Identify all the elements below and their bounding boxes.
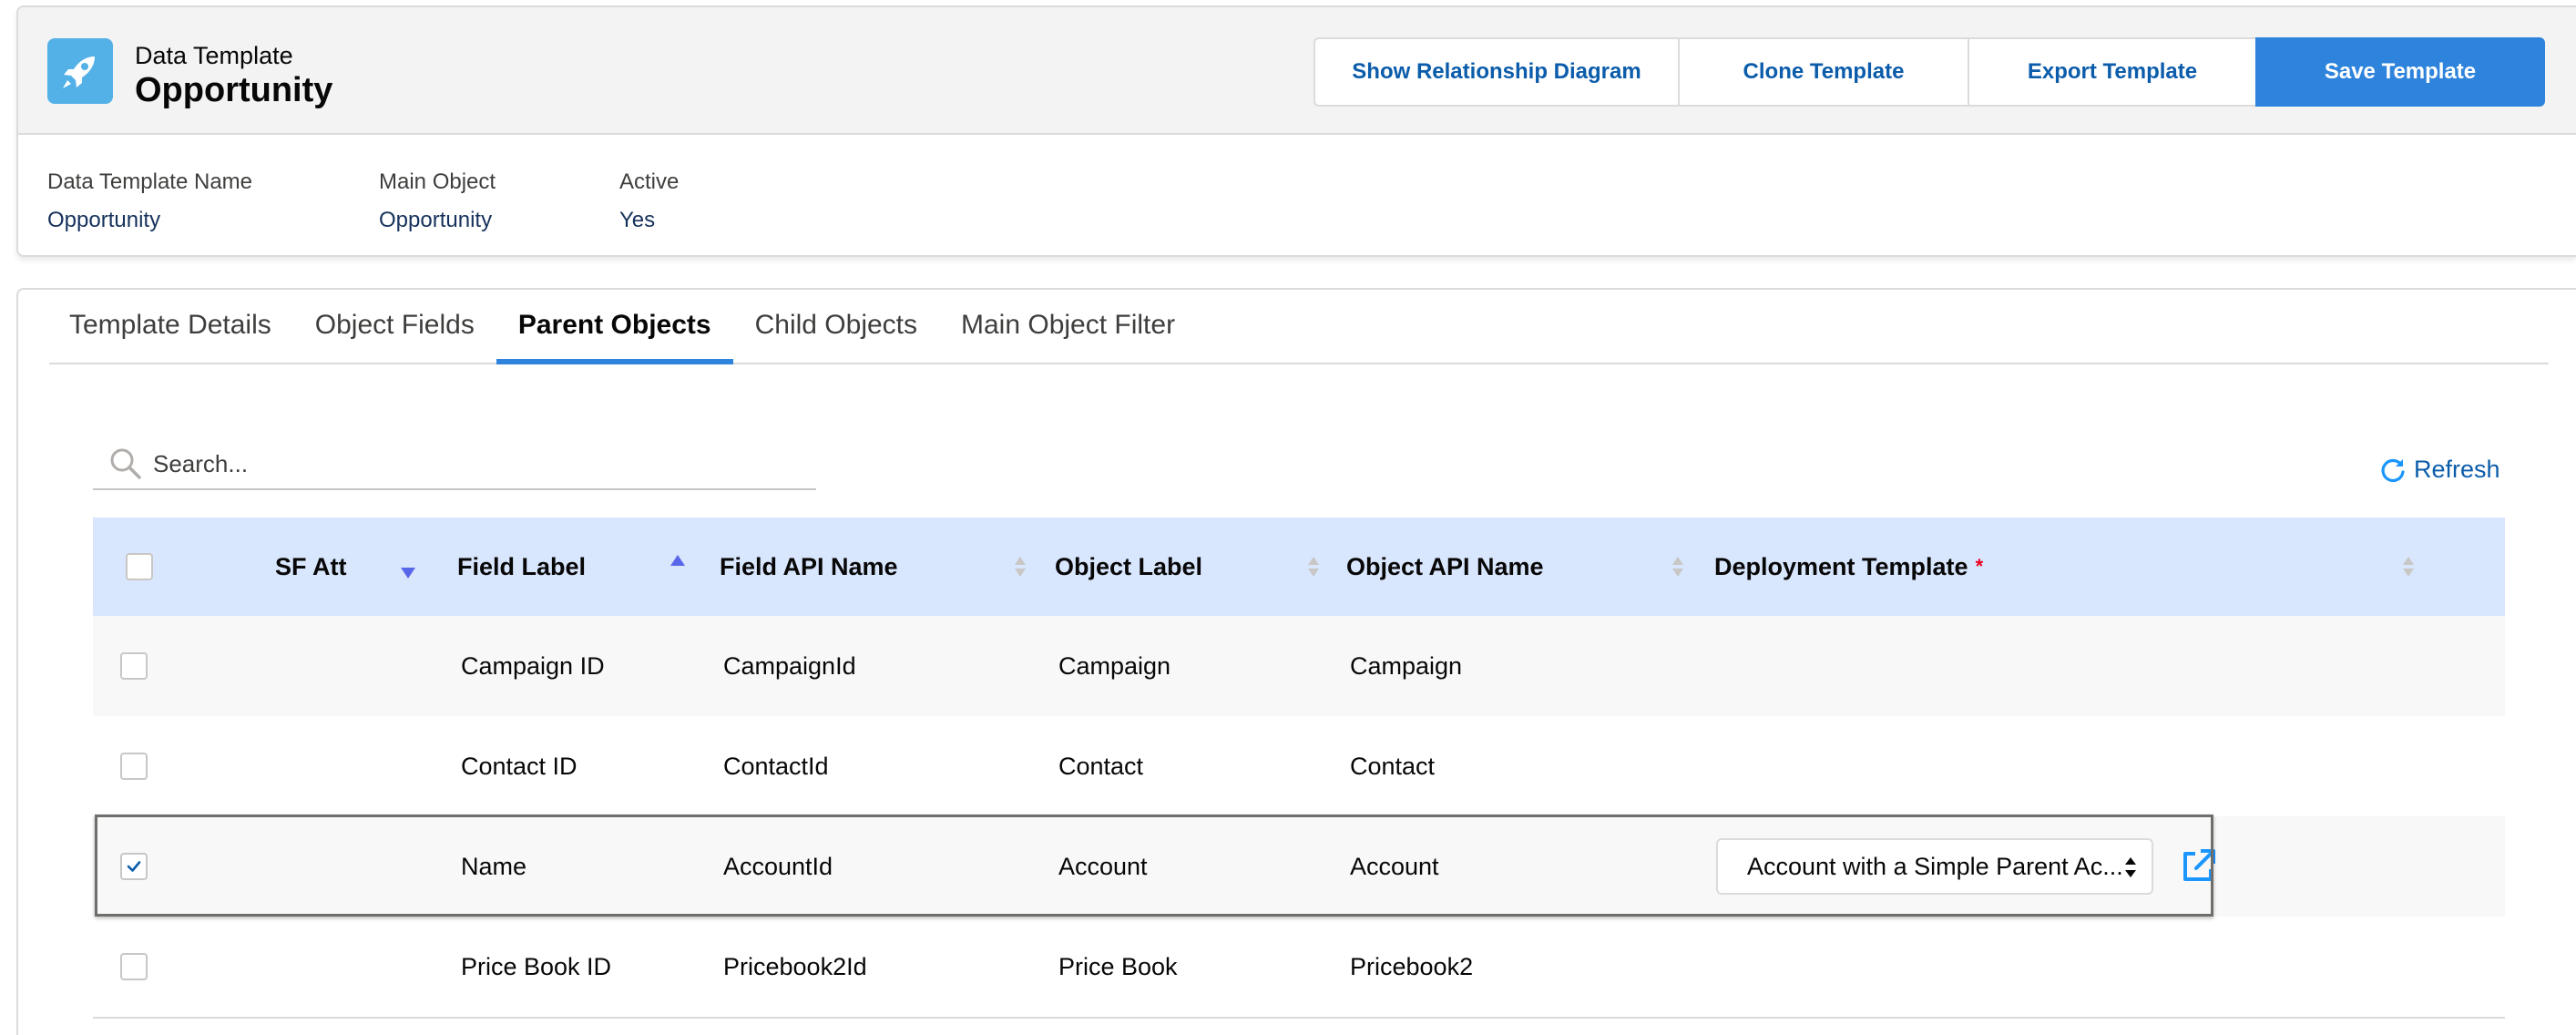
select-all-checkbox[interactable] (126, 553, 153, 580)
sort-icon[interactable] (1011, 518, 1029, 616)
highlight-label: Active (619, 169, 680, 194)
cell-object-label: Account (1058, 852, 1148, 880)
highlight-active: Active Yes (619, 169, 802, 233)
sort-icon[interactable] (1669, 518, 1687, 616)
highlights-panel: Data Template Name Opportunity Main Obje… (47, 169, 802, 233)
cell-object-api-name: Account (1350, 852, 1439, 880)
show-relationship-diagram-button[interactable]: Show Relationship Diagram (1314, 37, 1680, 107)
cell-object-api-name: Pricebook2 (1350, 952, 1474, 980)
cell-field-label: Price Book ID (461, 952, 612, 980)
cell-field-label: Campaign ID (461, 651, 605, 680)
cell-field-api-name: AccountId (723, 852, 833, 880)
cell-object-label: Contact (1058, 752, 1144, 780)
sort-asc-icon[interactable] (669, 518, 687, 616)
column-header-field-label[interactable]: Field Label (457, 518, 586, 616)
tabset-card: Template Details Object Fields Parent Ob… (16, 288, 2576, 1035)
sort-icon[interactable] (2399, 518, 2418, 616)
deployment-template-select[interactable]: Account with a Simple Parent Ac... (1716, 838, 2153, 895)
open-template-link[interactable] (2179, 847, 2217, 890)
column-header-field-api-name[interactable]: Field API Name (720, 518, 898, 616)
table-row-selected[interactable]: Name AccountId Account Account Account w… (93, 815, 2505, 917)
column-header-object-api-name[interactable]: Object API Name (1346, 518, 1544, 616)
table-header: SF Att Field Label Field API Name Object… (93, 518, 2505, 616)
header-title-bar: Data Template Opportunity Show Relations… (18, 7, 2576, 135)
highlight-value: Yes (619, 208, 656, 232)
highlight-main-object: Main Object Opportunity (379, 169, 619, 233)
rocket-icon (47, 38, 113, 104)
row-checkbox[interactable] (120, 753, 148, 780)
select-caret-icon (2125, 857, 2136, 877)
cell-field-label: Name (461, 852, 527, 880)
sort-icon[interactable] (1304, 518, 1323, 616)
sort-desc-icon[interactable] (399, 518, 417, 616)
table-row[interactable]: Price Book ID Pricebook2Id Price Book Pr… (93, 917, 2505, 1017)
tab-parent-objects[interactable]: Parent Objects (496, 288, 733, 364)
column-header-deployment-template[interactable]: Deployment Template * (1714, 518, 1983, 616)
export-template-button[interactable]: Export Template (1968, 37, 2257, 107)
highlight-value: Opportunity (47, 208, 161, 232)
cell-field-api-name: Pricebook2Id (723, 952, 867, 980)
search-icon (110, 448, 141, 479)
cell-object-api-name: Campaign (1350, 651, 1463, 680)
cell-field-label: Contact ID (461, 752, 578, 780)
column-header-object-label[interactable]: Object Label (1055, 518, 1202, 616)
tab-object-fields[interactable]: Object Fields (293, 288, 496, 363)
highlight-data-template-name: Data Template Name Opportunity (47, 169, 379, 233)
tab-bar: Template Details Object Fields Parent Ob… (49, 290, 2549, 364)
cell-field-api-name: ContactId (723, 752, 829, 780)
tab-child-objects[interactable]: Child Objects (733, 288, 939, 363)
refresh-label: Refresh (2414, 456, 2500, 483)
record-type-label: Data Template (135, 42, 293, 69)
external-link-icon (2183, 849, 2215, 881)
page-title: Opportunity (135, 71, 333, 109)
header-button-group: Show Relationship Diagram Clone Template… (1314, 37, 2545, 107)
column-header-label: Deployment Template (1714, 552, 1968, 580)
select-value: Account with a Simple Parent Ac... (1747, 852, 2123, 880)
required-marker: * (1975, 555, 1984, 578)
parent-objects-table: SF Att Field Label Field API Name Object… (93, 518, 2505, 1019)
cell-object-label: Price Book (1058, 952, 1178, 980)
cell-object-label: Campaign (1058, 651, 1171, 680)
record-header: Data Template Opportunity Show Relations… (16, 5, 2576, 257)
refresh-icon (2381, 458, 2405, 482)
row-checkbox-checked[interactable] (120, 853, 148, 880)
highlight-value: Opportunity (379, 208, 493, 232)
cell-object-api-name: Contact (1350, 752, 1436, 780)
tab-main-object-filter[interactable]: Main Object Filter (939, 288, 1197, 363)
save-template-button[interactable]: Save Template (2255, 37, 2545, 107)
highlight-label: Main Object (379, 169, 496, 194)
tab-template-details[interactable]: Template Details (49, 288, 293, 363)
highlight-label: Data Template Name (47, 169, 252, 194)
column-header-sf-att[interactable]: SF Att (275, 518, 346, 616)
row-checkbox[interactable] (120, 652, 148, 680)
table-row[interactable]: Contact ID ContactId Contact Contact (93, 716, 2505, 816)
table-bottom-border (93, 1017, 2505, 1019)
clone-template-button[interactable]: Clone Template (1678, 37, 1969, 107)
search-box (93, 439, 816, 490)
search-input[interactable] (153, 449, 791, 478)
cell-field-api-name: CampaignId (723, 651, 856, 680)
refresh-button[interactable]: Refresh (2379, 456, 2500, 484)
checkmark-icon (127, 861, 141, 872)
row-checkbox[interactable] (120, 953, 148, 980)
table-row[interactable]: Campaign ID CampaignId Campaign Campaign (93, 616, 2505, 716)
